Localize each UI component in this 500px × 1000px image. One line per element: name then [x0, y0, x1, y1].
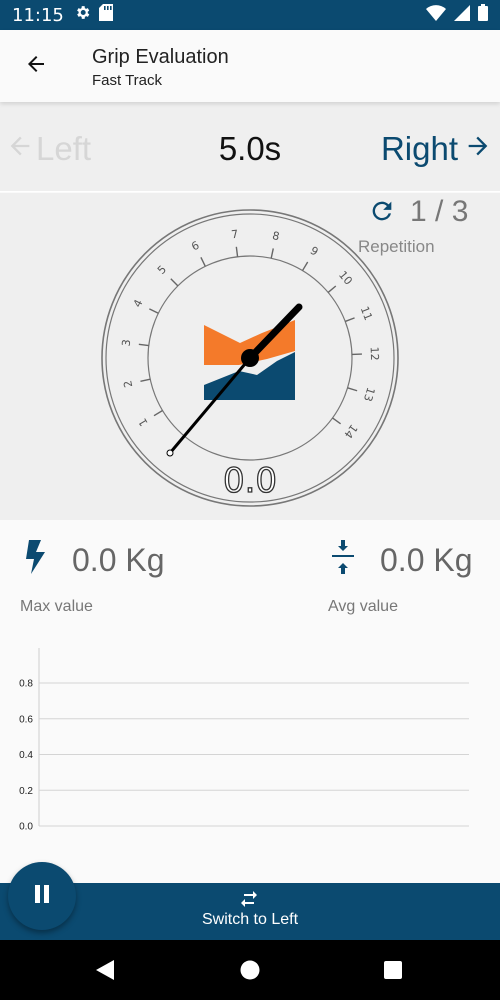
right-side-button[interactable]: Right [381, 130, 492, 168]
switch-side-label: Switch to Left [201, 911, 299, 928]
gauge-tick-label: 2 [121, 379, 135, 389]
system-nav-bar [0, 940, 500, 1000]
gauge-tick-label: 1 [136, 416, 151, 429]
avg-value: 0.0 Kg [380, 542, 473, 578]
gauge-tick-label: 13 [361, 386, 378, 403]
nav-recents-icon[interactable] [384, 961, 402, 984]
max-value: 0.0 Kg [72, 542, 165, 578]
arrow-left-icon [24, 52, 48, 81]
avg-value-stat: 0.0 Kg Avg value [328, 540, 473, 615]
needle-tail [168, 357, 252, 454]
gauge-tick [332, 417, 342, 425]
gauge-tick-label: 6 [189, 239, 201, 254]
stats-panel: 0.0 Kg Max value 0.0 Kg Avg value [0, 520, 500, 640]
gauge-tick [153, 409, 163, 417]
chart-canvas: 0.0 0.2 0.4 0.6 0.8 [19, 648, 469, 833]
gauge-tick-label: 14 [341, 422, 360, 441]
swap-icon [240, 891, 258, 912]
gauge-tick [270, 248, 274, 259]
arrow-right-icon [464, 130, 492, 168]
gauge-tick [344, 317, 355, 323]
gauge-tick [301, 261, 309, 271]
right-side-label: Right [380, 130, 458, 167]
gauge-tick-label: 5 [155, 263, 169, 277]
nav-home-icon[interactable] [240, 960, 260, 985]
gauge-value: 0.0 [222, 460, 278, 501]
gauge-tick-label: 11 [358, 305, 375, 323]
gauge-tick-label: 12 [368, 346, 381, 360]
force-chart: 0.0 0.2 0.4 0.6 0.8 [0, 640, 500, 883]
gauge-tick-label: 4 [131, 297, 146, 309]
chart-y-tick-label: 0.2 [19, 786, 33, 797]
status-bar: 11:15 [0, 0, 500, 30]
gear-icon [74, 4, 91, 26]
pause-button[interactable] [8, 862, 76, 930]
gauge-tick-label: 8 [271, 229, 281, 243]
max-value-stat: 0.0 Kg Max value [20, 540, 165, 615]
side-selector: Left 5.0s Right [0, 102, 500, 192]
signal-icon [454, 4, 470, 26]
page-subtitle: Fast Track [92, 72, 163, 89]
nav-back-icon[interactable] [94, 960, 114, 985]
gauge-tick [347, 387, 358, 392]
gauge-tick [200, 257, 206, 267]
gauge-tick [327, 285, 337, 293]
page-title: Grip Evaluation [92, 46, 229, 68]
gauge-tick-label: 10 [336, 268, 355, 287]
status-time: 11:15 [12, 4, 64, 26]
avg-value-label: Avg value [328, 598, 398, 615]
compress-icon [330, 540, 356, 578]
gauge-tick [149, 308, 159, 314]
chart-y-tick-label: 0.0 [19, 822, 33, 833]
gauge-tick-label: 7 [231, 228, 240, 242]
chart-y-tick-label: 0.4 [19, 750, 33, 761]
chart-y-tick-label: 0.8 [19, 679, 33, 690]
gauge-tick [138, 343, 149, 347]
gauge-tick [170, 278, 179, 287]
gauge-tick-label: 9 [308, 244, 321, 259]
gauge-tick [140, 378, 151, 382]
sd-card-icon [98, 4, 113, 26]
chart-y-tick-label: 0.6 [19, 714, 33, 725]
repetition-count: 1 / 3 [410, 195, 469, 228]
max-value-label: Max value [20, 598, 93, 615]
bolt-icon [22, 540, 48, 578]
app-bar: Grip Evaluation Fast Track [0, 30, 500, 102]
gauge-area: 1 / 3 Repetition 1 2 3 4 5 6 7 8 9 10 11 12 13 14 0.0 [0, 193, 500, 520]
pause-icon [33, 884, 51, 909]
back-button[interactable] [18, 48, 54, 84]
gauge-tick-label: 3 [120, 339, 134, 348]
gauge-tick [235, 246, 239, 257]
wifi-icon [426, 4, 446, 26]
battery-icon [478, 4, 488, 26]
